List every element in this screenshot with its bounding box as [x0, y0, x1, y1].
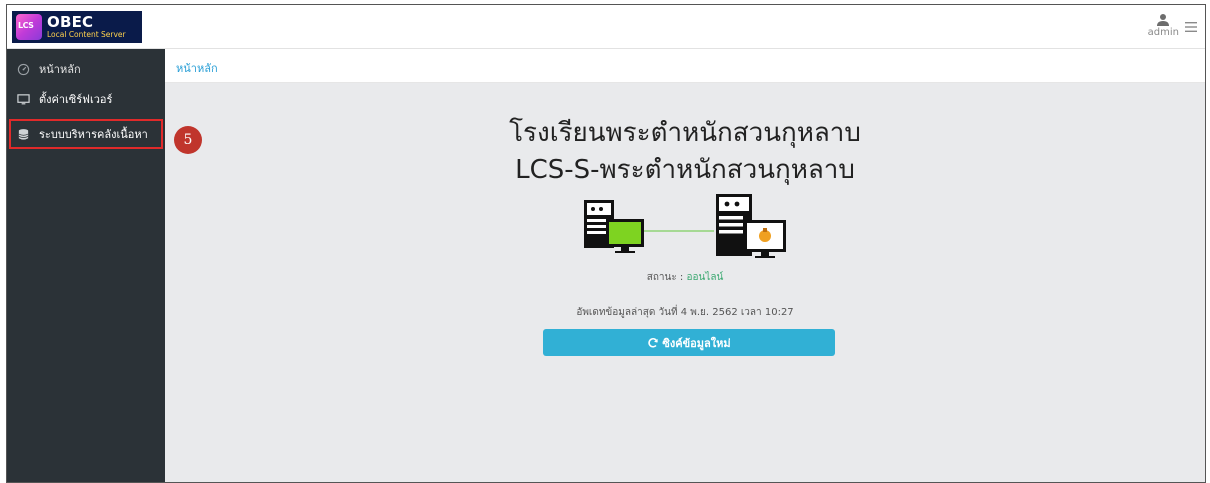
dashboard-icon: [17, 63, 30, 75]
logo-text: OBEC Local Content Server: [47, 15, 126, 39]
remote-server-icon: [716, 194, 786, 258]
sidebar-item-server-settings[interactable]: ตั้งค่าเซิร์ฟเวอร์: [7, 85, 165, 113]
sidebar-item-label: หน้าหลัก: [39, 63, 81, 76]
server-name: LCS-S-พระตำหนักสวนกุหลาบ: [515, 155, 855, 185]
logo-badge-icon: LCS: [16, 14, 42, 40]
sync-button-label: ซิงค์ข้อมูลใหม่: [662, 336, 731, 350]
local-server-icon: [584, 200, 644, 253]
server-connection-diagram: [584, 194, 786, 258]
app-subtitle: Local Content Server: [47, 30, 126, 40]
sidebar-item-label: ตั้งค่าเซิร์ฟเวอร์: [39, 93, 113, 106]
app-title: OBEC: [47, 13, 94, 32]
refresh-icon: [648, 337, 659, 348]
status-value: ออนไลน์: [686, 272, 724, 283]
user-menu[interactable]: admin: [1148, 13, 1179, 38]
sidebar-item-home[interactable]: หน้าหลัก: [7, 55, 165, 83]
last-update-text: อัพเดทข้อมูลล่าสุด วันที่ 4 พ.ย. 2562 เว…: [576, 307, 794, 318]
hamburger-menu-icon[interactable]: [1185, 21, 1197, 33]
school-name: โรงเรียนพระตำหนักสวนกุหลาบ: [509, 118, 861, 148]
database-icon: [18, 128, 29, 140]
sidebar-item-content-management[interactable]: ระบบบริหารคลังเนื้อหา: [9, 119, 163, 149]
monitor-icon: [17, 93, 30, 104]
top-bar: LCS OBEC Local Content Server admin: [7, 5, 1205, 49]
user-area: admin: [1148, 13, 1197, 38]
user-label: admin: [1147, 27, 1179, 38]
server-status: สถานะ : ออนไลน์: [165, 270, 1205, 285]
breadcrumb: หน้าหลัก: [165, 49, 1205, 83]
app-logo[interactable]: LCS OBEC Local Content Server: [12, 11, 142, 43]
logo-abbrev: LCS: [18, 21, 34, 30]
sync-button[interactable]: ซิงค์ข้อมูลใหม่: [543, 329, 835, 356]
breadcrumb-home-link[interactable]: หน้าหลัก: [176, 59, 218, 77]
main-content: โรงเรียนพระตำหนักสวนกุหลาบ LCS-S-พระตำหน…: [165, 83, 1205, 482]
step-number-badge: 5: [174, 126, 202, 154]
user-icon: [1157, 14, 1170, 26]
sidebar: หน้าหลัก ตั้งค่าเซิร์ฟเวอร์ ระบบบริหารคล…: [7, 49, 165, 482]
status-label: สถานะ :: [646, 272, 687, 283]
app-window: LCS OBEC Local Content Server admin หน้า…: [6, 4, 1206, 483]
sidebar-item-label: ระบบบริหารคลังเนื้อหา: [39, 128, 148, 141]
